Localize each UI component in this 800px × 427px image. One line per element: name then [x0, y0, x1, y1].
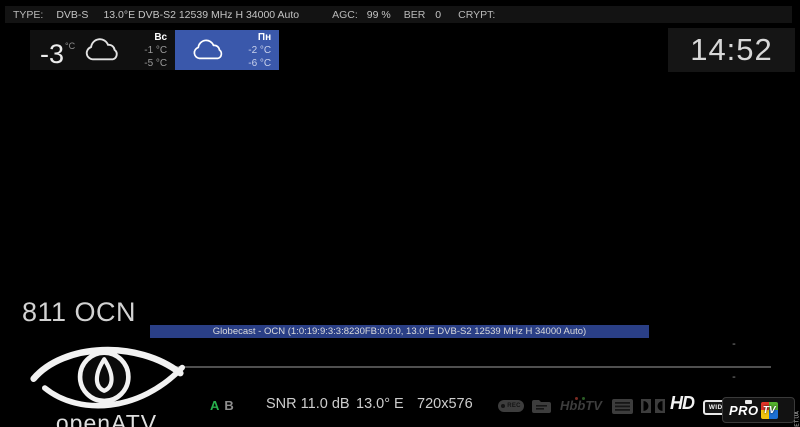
openatv-logo: openATV: [24, 336, 189, 427]
crypt-label: CRYPT:: [458, 9, 495, 21]
channel-name: 811 OCN: [22, 297, 136, 328]
record-dot-icon: [501, 404, 505, 408]
day-high: -2 °C: [233, 44, 271, 57]
current-temperature: -3°C: [40, 26, 75, 74]
transponder-info: 13.0°E DVB-S2 12539 MHz H 34000 Auto: [103, 9, 299, 21]
cloud-icon: [191, 38, 227, 63]
timeshift-folder-icon: [532, 400, 551, 418]
protv-tv-label: TV: [761, 402, 778, 419]
hbbtv-icon: HbbTV: [560, 398, 602, 413]
agc-value: 99 %: [367, 9, 391, 21]
tuner-system: DVB-S: [56, 9, 88, 21]
hbbtv-red-dot-icon: [575, 397, 578, 400]
audio-track-b: B: [224, 398, 233, 413]
snr-value: SNR 11.0 dB: [266, 396, 350, 412]
forecast-day-sunday[interactable]: Вс -1 °C -5 °C: [129, 31, 167, 70]
openatv-wordmark: openATV: [24, 410, 189, 427]
weather-widget: -3°C Вс -1 °C -5 °C Пн -2 °C -6 °C: [30, 30, 279, 70]
event-next-placeholder: -: [728, 371, 740, 383]
service-reference-bar: Globecast - OCN (1:0:19:9:3:3:8230FB:0:0…: [150, 325, 649, 338]
watermark-site-label: NET.UA: [795, 411, 800, 427]
ber-label: BER: [404, 9, 426, 21]
dolby-digital-icon: [641, 399, 665, 418]
temperature-unit: °C: [65, 41, 75, 51]
event-now-placeholder: -: [728, 338, 740, 350]
day-low: -6 °C: [233, 57, 271, 70]
protv-chip-icon: [745, 400, 752, 404]
clock: 14:52: [668, 28, 795, 72]
ber-value: 0: [435, 9, 441, 21]
protv-color-square-icon: TV: [761, 402, 778, 419]
event-divider-line: [175, 366, 771, 368]
weather-current: -3°C Вс -1 °C -5 °C: [30, 30, 175, 70]
audio-track-a-active: A: [210, 398, 219, 413]
day-name: Вс: [129, 31, 167, 44]
orbital-position: 13.0° E: [356, 396, 404, 412]
eye-icon: [28, 336, 186, 414]
record-icon: REC: [498, 400, 524, 412]
service-reference-text: Globecast - OCN (1:0:19:9:3:3:8230FB:0:0…: [213, 326, 586, 337]
audio-track-indicators: AB: [210, 398, 234, 413]
day-name: Пн: [233, 31, 271, 44]
type-label: TYPE:: [13, 9, 43, 21]
forecast-values: Пн -2 °C -6 °C: [233, 31, 271, 70]
video-resolution: 720x576: [417, 396, 473, 412]
hbbtv-green-dot-icon: [582, 397, 585, 400]
tuner-info-bar: TYPE: DVB-S 13.0°E DVB-S2 12539 MHz H 34…: [5, 6, 792, 23]
hbbtv-label: HbbTV: [560, 398, 602, 413]
tv-osd-screen: TYPE: DVB-S 13.0°E DVB-S2 12539 MHz H 34…: [0, 0, 800, 427]
teletext-icon: [612, 399, 633, 419]
forecast-day-monday-selected[interactable]: Пн -2 °C -6 °C: [175, 30, 279, 70]
agc-label: AGC:: [332, 9, 358, 21]
cloud-icon: [83, 37, 123, 64]
record-label: REC: [507, 403, 521, 409]
day-high: -1 °C: [129, 44, 167, 57]
protv-channel-logo: PRO TV NET.UA: [722, 397, 795, 423]
day-low: -5 °C: [129, 57, 167, 70]
protv-wordmark: PRO: [729, 403, 759, 418]
hd-indicator: HD: [670, 393, 694, 414]
